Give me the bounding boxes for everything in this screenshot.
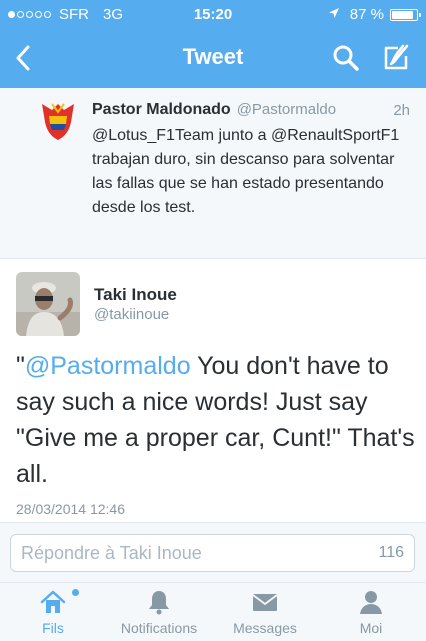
battery-level (392, 10, 413, 19)
reply-bar: Répondre à Taki Inoue 116 (0, 522, 426, 583)
author-name[interactable]: Taki Inoue (94, 285, 177, 305)
nav-bar: Tweet (0, 30, 426, 88)
envelope-icon (212, 589, 318, 615)
header: SFR 3G 15:20 87 % Tweet (0, 0, 426, 88)
tab-label: Messages (233, 620, 297, 636)
tweet-time: 2h (393, 102, 410, 119)
tab-label: Fils (42, 620, 64, 636)
tweet-date: 28/03/2014 12:46 (16, 501, 125, 517)
tab-home[interactable]: Fils (0, 583, 106, 641)
previous-tweet-header: Pastor Maldonado @Pastormaldo (92, 101, 412, 119)
mention-link[interactable]: @Pastormaldo (25, 352, 191, 380)
tab-messages[interactable]: Messages (212, 583, 318, 641)
tab-me[interactable]: Moi (318, 583, 424, 641)
char-counter: 116 (378, 544, 404, 561)
tab-label: Notifications (120, 620, 198, 636)
compose-button[interactable] (378, 40, 414, 76)
tweet-text: "@Pastormaldo You don't have to say such… (16, 348, 416, 492)
compose-icon (384, 44, 409, 70)
search-icon (333, 45, 359, 71)
tab-bar: Fils Notifications Messages Moi (0, 582, 426, 641)
author-name[interactable]: Pastor Maldonado (92, 101, 231, 118)
previous-tweet-text: @Lotus_F1Team junto a @RenaultSportF1 tr… (92, 127, 400, 216)
previous-tweet[interactable]: Pastor Maldonado @Pastormaldo 2h @Lotus_F… (0, 88, 426, 259)
status-right: 87 % (328, 6, 421, 23)
author-handle[interactable]: @takiinoue (94, 306, 169, 323)
tab-label: Moi (359, 620, 383, 636)
profile-photo-icon (16, 272, 80, 336)
quote-mark: " (16, 352, 25, 380)
avatar[interactable] (38, 100, 78, 142)
home-icon (0, 589, 106, 615)
logo-shield-icon (42, 103, 74, 140)
avatar[interactable] (16, 272, 80, 336)
status-bar: SFR 3G 15:20 87 % (0, 0, 426, 30)
notification-dot (72, 589, 79, 596)
reply-placeholder: Répondre à Taki Inoue (21, 543, 202, 563)
reply-input[interactable]: Répondre à Taki Inoue 116 (10, 534, 415, 572)
battery-icon (390, 8, 421, 21)
person-icon (318, 589, 424, 615)
tab-notifications[interactable]: Notifications (106, 583, 212, 641)
battery-percentage: 87 % (349, 6, 384, 23)
author-handle[interactable]: @Pastormaldo (237, 101, 336, 118)
bell-icon (106, 589, 212, 615)
location-arrow-icon (328, 6, 340, 23)
search-button[interactable] (328, 40, 364, 76)
